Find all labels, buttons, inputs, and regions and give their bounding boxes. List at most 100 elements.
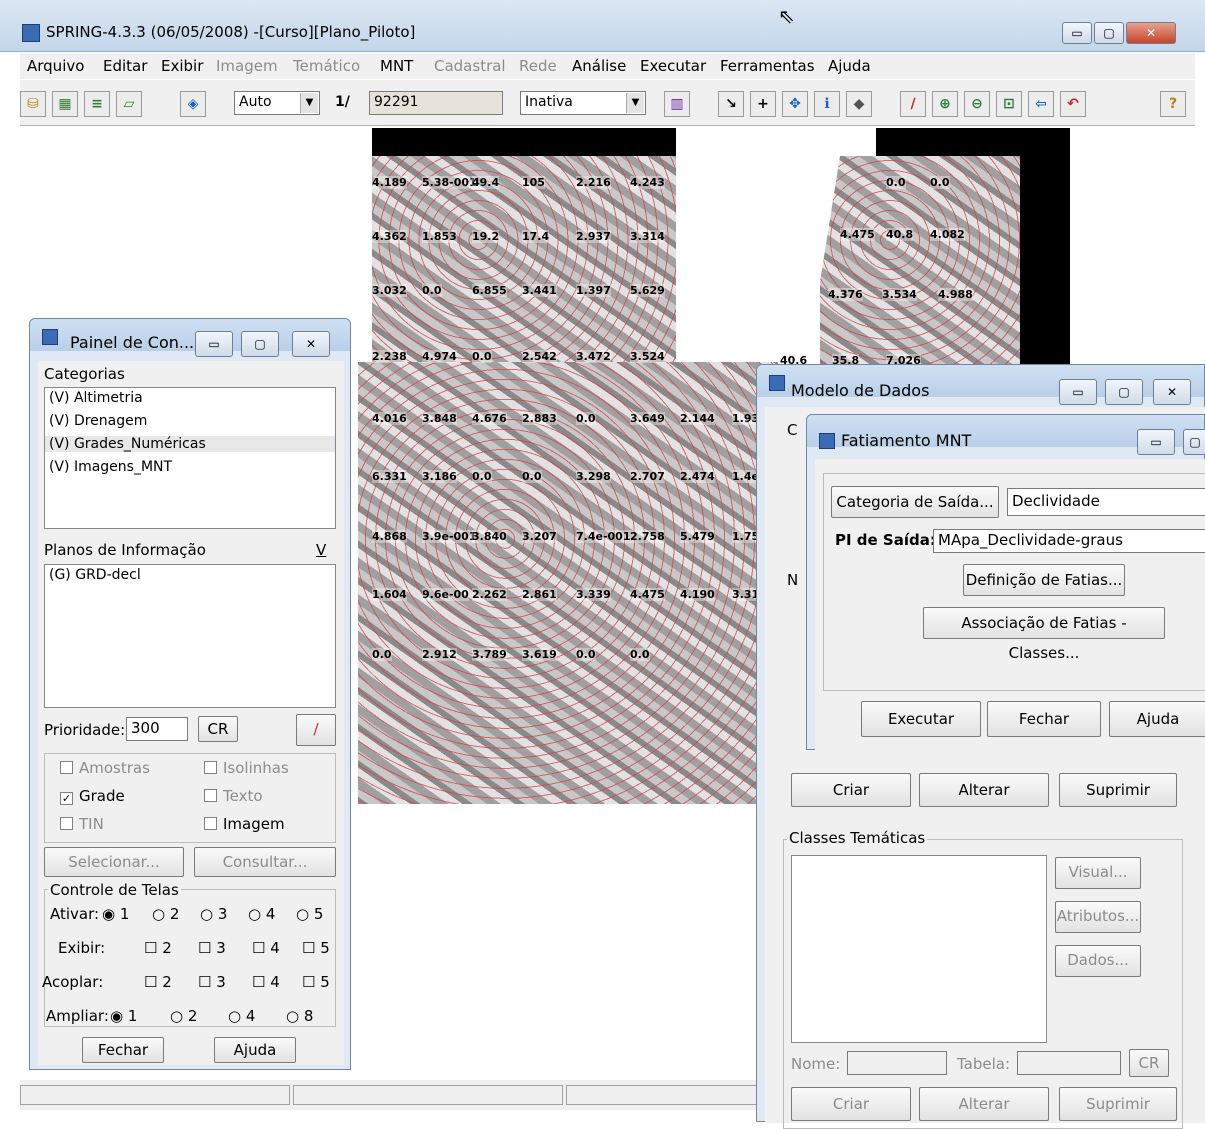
cr-button[interactable]: CR <box>198 716 238 742</box>
ampliar-radio-8[interactable]: ○ 8 <box>286 1007 313 1025</box>
plane-icon[interactable]: ▱ <box>116 91 142 117</box>
cursor-select-icon[interactable]: ↘ <box>718 91 744 117</box>
ajuda-button[interactable]: Ajuda <box>214 1037 296 1063</box>
pan-icon[interactable]: ✥ <box>782 91 808 117</box>
close-button[interactable]: ✕ <box>1153 379 1191 405</box>
categoria-saida-field[interactable]: Declividade <box>1007 488 1205 516</box>
list-item[interactable]: (V) Altimetria <box>49 390 143 406</box>
back-arrow-icon[interactable]: ⇦ <box>1028 91 1054 117</box>
tabela-input[interactable] <box>1017 1051 1121 1075</box>
menu-ferramentas[interactable]: Ferramentas <box>720 57 815 75</box>
menu-rede[interactable]: Rede <box>519 57 557 75</box>
prioridade-input[interactable]: 300 <box>126 717 188 741</box>
state-select[interactable]: Inativa ▼ <box>520 91 646 115</box>
draw-icon[interactable]: ∕ <box>900 91 926 117</box>
list-item[interactable]: (V) Drenagem <box>49 413 147 429</box>
ativar-radio-3[interactable]: ○ 3 <box>200 905 227 923</box>
menu-tematico[interactable]: Temático <box>293 57 360 75</box>
categoria-saida-button[interactable]: Categoria de Saída... <box>831 486 999 518</box>
suprimir-class-button[interactable]: Suprimir <box>1059 1087 1177 1121</box>
mode-select[interactable]: Auto ▼ <box>234 91 320 115</box>
fechar-button[interactable]: Fechar <box>987 701 1101 737</box>
isolinhas-checkbox[interactable]: Isolinhas <box>204 759 289 777</box>
fechar-button[interactable]: Fechar <box>82 1037 164 1063</box>
criar-button[interactable]: Criar <box>791 773 911 807</box>
tin-checkbox[interactable]: TIN <box>60 815 104 833</box>
ampliar-radio-2[interactable]: ○ 2 <box>170 1007 197 1025</box>
minimize-button[interactable]: ▭ <box>195 331 233 357</box>
scale-input[interactable]: 92291 <box>369 91 503 115</box>
zoom-area-icon[interactable]: ⊡ <box>996 91 1022 117</box>
undo-icon[interactable]: ↶ <box>1060 91 1086 117</box>
crosshair-icon[interactable]: + <box>750 91 776 117</box>
ampliar-radio-1[interactable]: ◉ 1 <box>110 1007 137 1025</box>
close-button[interactable]: ✕ <box>1126 22 1176 44</box>
selecionar-button[interactable]: Selecionar... <box>44 847 184 877</box>
menu-analise[interactable]: Análise <box>572 57 626 75</box>
alterar-button[interactable]: Alterar <box>919 773 1049 807</box>
imagem-checkbox[interactable]: Imagem <box>204 815 285 833</box>
cr-button[interactable]: CR <box>1129 1049 1169 1077</box>
menu-exibir[interactable]: Exibir <box>161 57 203 75</box>
menu-ajuda[interactable]: Ajuda <box>828 57 871 75</box>
dados-button[interactable]: Dados... <box>1055 945 1141 977</box>
acoplar-check-4[interactable]: ☐ 4 <box>252 973 280 991</box>
list-item[interactable]: (V) Imagens_MNT <box>49 459 172 475</box>
database-icon[interactable]: ⛁ <box>20 91 46 117</box>
classes-list[interactable] <box>791 855 1047 1043</box>
acoplar-check-3[interactable]: ☐ 3 <box>198 973 226 991</box>
help-button[interactable]: ? <box>1160 91 1186 117</box>
edit-pencil-icon[interactable]: ∕ <box>296 714 336 746</box>
zoom-out-icon[interactable]: ⊖ <box>964 91 990 117</box>
maximize-button[interactable]: ▢ <box>241 331 279 357</box>
exibir-check-2[interactable]: ☐ 2 <box>144 939 172 957</box>
maximize-button[interactable]: ▢ <box>1183 429 1205 455</box>
zoom-in-icon[interactable]: ⊕ <box>932 91 958 117</box>
close-button[interactable]: ✕ <box>292 331 330 357</box>
exibir-check-5[interactable]: ☐ 5 <box>302 939 330 957</box>
project-icon[interactable]: ▦ <box>52 91 78 117</box>
ajuda-button[interactable]: Ajuda <box>1109 701 1205 737</box>
acoplar-check-2[interactable]: ☐ 2 <box>144 973 172 991</box>
categorias-list[interactable]: (V) Altimetria (V) Drenagem (V) Grades_N… <box>44 387 336 529</box>
nome-input[interactable] <box>847 1051 947 1075</box>
maximize-button[interactable]: ▢ <box>1094 22 1124 44</box>
associacao-fatias-button[interactable]: Associação de Fatias - Classes... <box>923 607 1165 662</box>
minimize-button[interactable]: ▭ <box>1059 379 1097 405</box>
menu-mnt[interactable]: MNT <box>380 57 413 75</box>
maximize-button[interactable]: ▢ <box>1105 379 1143 405</box>
menu-arquivo[interactable]: Arquivo <box>27 57 84 75</box>
menu-imagem[interactable]: Imagem <box>216 57 278 75</box>
suprimir-button[interactable]: Suprimir <box>1059 773 1177 807</box>
grade-checkbox[interactable]: ✓ Grade <box>60 787 125 805</box>
consultar-button[interactable]: Consultar... <box>194 847 336 877</box>
ativar-radio-5[interactable]: ○ 5 <box>296 905 323 923</box>
menu-editar[interactable]: Editar <box>103 57 147 75</box>
minimize-button[interactable]: ▭ <box>1137 429 1175 455</box>
menu-executar[interactable]: Executar <box>640 57 706 75</box>
planos-list[interactable]: (G) GRD-decl <box>44 564 336 708</box>
amostras-checkbox[interactable]: Amostras <box>60 759 150 777</box>
ativar-radio-2[interactable]: ○ 2 <box>152 905 179 923</box>
atributos-button[interactable]: Atributos... <box>1055 901 1141 933</box>
texto-checkbox[interactable]: Texto <box>204 787 263 805</box>
ativar-radio-1[interactable]: ◉ 1 <box>102 905 129 923</box>
definicao-fatias-button[interactable]: Definição de Fatias... <box>963 564 1125 596</box>
layers-icon[interactable]: ≡ <box>84 91 110 117</box>
minimize-button[interactable]: ▭ <box>1062 22 1092 44</box>
tag-icon[interactable]: ◆ <box>846 91 872 117</box>
alterar-class-button[interactable]: Alterar <box>919 1087 1049 1121</box>
exibir-check-3[interactable]: ☐ 3 <box>198 939 226 957</box>
acoplar-check-5[interactable]: ☐ 5 <box>302 973 330 991</box>
list-item[interactable]: (G) GRD-decl <box>49 567 141 583</box>
menu-cadastral[interactable]: Cadastral <box>434 57 506 75</box>
visual-button[interactable]: Visual... <box>1055 857 1141 889</box>
list-item-selected[interactable]: (V) Grades_Numéricas <box>45 436 335 452</box>
palette-icon[interactable]: ▥ <box>664 91 690 117</box>
ampliar-radio-4[interactable]: ○ 4 <box>228 1007 255 1025</box>
info-icon[interactable]: ℹ <box>814 91 840 117</box>
pi-saida-input[interactable]: MApa_Declividade-graus <box>933 529 1205 553</box>
display-icon[interactable]: ◈ <box>180 91 206 117</box>
criar-class-button[interactable]: Criar <box>791 1087 911 1121</box>
planos-v-button[interactable]: V <box>316 541 326 559</box>
